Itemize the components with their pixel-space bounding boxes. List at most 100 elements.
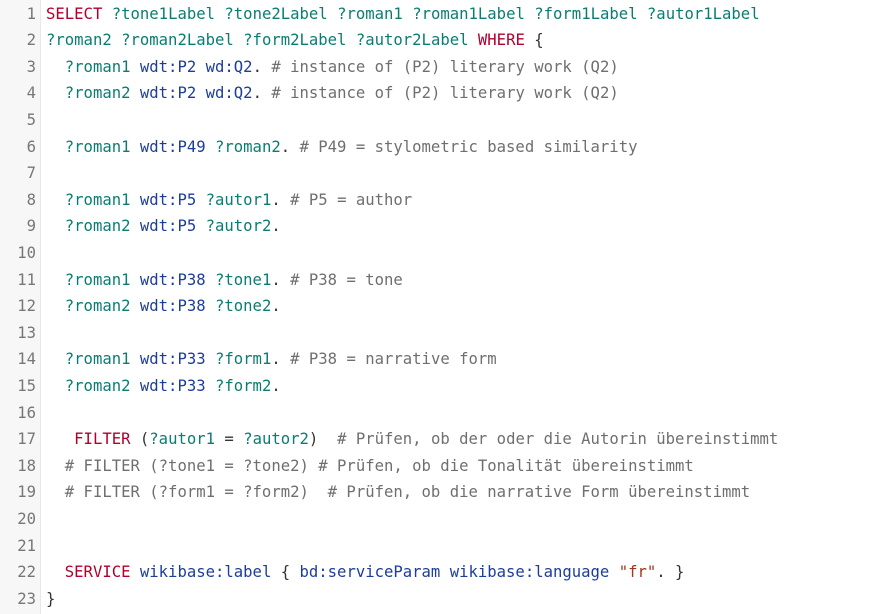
line-number: 2 [26, 31, 36, 50]
variable-token: ?autor2 [243, 430, 309, 449]
code-line[interactable]: 10 [0, 240, 881, 267]
code-text: ?roman2 wdt:P38 ?tone2. [46, 293, 281, 320]
prefixed-name-token: wd:Q2 [205, 84, 253, 103]
variable-token: ?roman2Label [121, 31, 234, 50]
plain-token: = [215, 430, 244, 449]
plain-token: . [271, 377, 281, 395]
prefixed-name-token: wdt:P49 [139, 137, 206, 156]
variable-token: ?form2 [215, 377, 272, 395]
plain-token: . [271, 217, 281, 236]
sparql-code-editor[interactable]: 1 SELECT ?tone1Label ?tone2Label ?roman1 … [0, 0, 881, 614]
code-line[interactable]: 12 ?roman2 wdt:P38 ?tone2. [0, 293, 881, 320]
code-line[interactable]: 4 ?roman2 wdt:P2 wd:Q2. # instance of (P… [0, 80, 881, 107]
keyword-token: SERVICE [64, 563, 131, 582]
variable-token: ?roman2 [215, 137, 281, 156]
code-line[interactable]: 7 [0, 160, 881, 187]
code-text: FILTER (?autor1 = ?autor2) # Prüfen, ob … [46, 426, 778, 453]
prefixed-name-token: wd:Q2 [205, 57, 253, 76]
comment-token: # instance of (P2) literary work (Q2) [271, 57, 619, 76]
prefixed-name-token: wdt:P5 [139, 217, 197, 236]
plain-token: ( [130, 430, 150, 449]
code-line[interactable]: 18 # FILTER (?tone1 = ?tone2) # Prüfen, … [0, 453, 881, 480]
variable-token: ?form1 [215, 350, 272, 369]
code-line[interactable]: 2 ?roman2 ?roman2Label ?form2Label ?autor… [0, 27, 881, 54]
code-line[interactable]: 20 [0, 506, 881, 533]
keyword-token: FILTER [74, 430, 131, 449]
code-line[interactable]: 3 ?roman1 wdt:P2 wd:Q2. # instance of (P… [0, 54, 881, 81]
code-line[interactable]: 5 [0, 107, 881, 134]
code-line[interactable]: 11 ?roman1 wdt:P38 ?tone1. # P38 = tone [0, 267, 881, 294]
string-token: "fr" [618, 563, 657, 582]
plain-token: . [271, 350, 291, 369]
variable-token: ?form1Label [534, 4, 638, 23]
code-line[interactable]: 15 ?roman2 wdt:P33 ?form2. [0, 373, 881, 400]
code-line[interactable]: 14 ?roman1 wdt:P33 ?form1. # P38 = narra… [0, 346, 881, 373]
prefixed-name-token: wdt:P2 [139, 84, 197, 103]
code-line[interactable]: 17 FILTER (?autor1 = ?autor2) # Prüfen, … [0, 426, 881, 453]
variable-token: ?roman1 [64, 137, 131, 156]
comment-token: # Prüfen, ob der oder die Autorin überei… [337, 430, 779, 449]
code-line[interactable]: 16 [0, 400, 881, 427]
code-line[interactable]: 9 ?roman2 wdt:P5 ?autor2. [0, 213, 881, 240]
line-number: 3 [26, 57, 36, 76]
line-number: 6 [26, 137, 36, 156]
prefixed-name-token: wdt:P33 [139, 350, 206, 369]
code-text: ?roman1 wdt:P33 ?form1. # P38 = narrativ… [46, 346, 497, 373]
variable-token: ?roman2 [46, 31, 112, 50]
plain-token: . [252, 57, 272, 76]
line-number: 16 [17, 403, 36, 422]
variable-token: ?tone2Label [224, 4, 328, 23]
variable-token: ?tone1Label [111, 4, 216, 23]
code-line[interactable]: 1 SELECT ?tone1Label ?tone2Label ?roman1 … [0, 1, 881, 28]
code-line[interactable]: 13 [0, 320, 881, 347]
comment-token: # FILTER (?form1 = ?form2) # Prüfen, ob … [64, 483, 751, 502]
code-text: ?roman1 wdt:P2 wd:Q2. # instance of (P2)… [46, 54, 619, 81]
comment-token: # FILTER (?tone1 = ?tone2) # Prüfen, ob … [64, 456, 694, 475]
code-line[interactable]: 21 [0, 533, 881, 560]
code-line[interactable]: 8 ?roman1 wdt:P5 ?autor1. # P5 = author [0, 187, 881, 214]
variable-token: ?roman2 [64, 217, 131, 236]
code-text: ?roman2 wdt:P2 wd:Q2. # instance of (P2)… [46, 80, 619, 107]
code-line[interactable]: 23} [0, 586, 881, 613]
code-text: # FILTER (?form1 = ?form2) # Prüfen, ob … [46, 479, 750, 506]
code-text: ?roman1 wdt:P49 ?roman2. # P49 = stylome… [46, 134, 638, 161]
line-number: 18 [17, 456, 36, 475]
comment-token: # P38 = narrative form [290, 350, 497, 369]
code-text: ?roman2 ?roman2Label ?form2Label ?autor2… [46, 27, 544, 54]
prefixed-name-token: wdt:P2 [139, 57, 197, 76]
plain-token: . [271, 297, 281, 316]
variable-token: ?roman1 [64, 57, 131, 76]
code-line[interactable]: 22 SERVICE wikibase:label { bd:servicePa… [0, 559, 881, 586]
line-number: 20 [17, 510, 36, 528]
prefixed-name-token: wikibase:label [139, 563, 272, 582]
variable-token: ?form2Label [243, 31, 347, 50]
code-line[interactable]: 6 ?roman1 wdt:P49 ?roman2. # P49 = stylo… [0, 134, 881, 161]
line-number: 8 [26, 190, 36, 209]
variable-token: ?roman1 [337, 4, 403, 23]
code-line[interactable]: 19 # FILTER (?form1 = ?form2) # Prüfen, … [0, 479, 881, 506]
